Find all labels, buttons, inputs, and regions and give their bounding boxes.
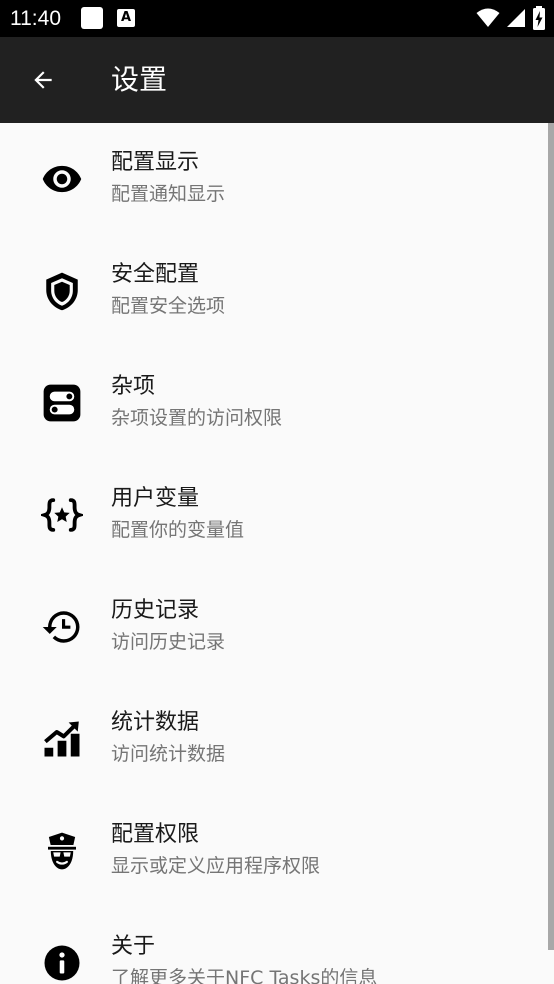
settings-item-subtitle: 了解更多关于NFC Tasks的信息 (111, 967, 378, 984)
cellular-icon (507, 9, 525, 27)
toggles-icon (41, 382, 83, 424)
settings-item-subtitle: 杂项设置的访问权限 (111, 407, 283, 429)
settings-item-title: 安全配置 (111, 262, 200, 287)
settings-item-title: 历史记录 (111, 598, 200, 623)
arrow-back-icon (34, 71, 52, 89)
settings-item-statistics[interactable]: 统计数据 访问统计数据 (0, 683, 554, 795)
settings-item-title: 统计数据 (111, 710, 200, 735)
info-icon (41, 942, 83, 984)
settings-item-permissions[interactable]: 配置权限 显示或定义应用程序权限 (0, 795, 554, 907)
status-system-icons (476, 6, 546, 30)
settings-item-subtitle: 配置通知显示 (111, 183, 226, 205)
settings-item-title: 用户变量 (111, 486, 200, 511)
square-notification-icon (81, 7, 103, 29)
chart-icon (41, 718, 83, 760)
settings-item-title: 关于 (111, 934, 156, 959)
scrollbar[interactable] (548, 123, 554, 950)
status-time: 11:40 (10, 7, 61, 30)
settings-list: 配置显示 配置通知显示 安全配置 配置安全选项 杂项 杂项设置的访问权限 用户变… (0, 123, 554, 984)
wifi-icon (476, 8, 500, 27)
police-icon (41, 830, 83, 872)
settings-item-subtitle: 显示或定义应用程序权限 (111, 855, 321, 877)
status-bar: 11:40 A (0, 0, 554, 37)
app-bar: 设置 (0, 37, 554, 123)
settings-item-display[interactable]: 配置显示 配置通知显示 (0, 123, 554, 235)
eye-icon (41, 158, 83, 200)
settings-item-user-variables[interactable]: 用户变量 配置你的变量值 (0, 459, 554, 571)
battery-charging-icon (533, 6, 545, 30)
settings-item-title: 配置权限 (111, 822, 200, 847)
settings-item-subtitle: 配置你的变量值 (111, 519, 245, 541)
page-title: 设置 (111, 63, 168, 96)
settings-item-subtitle: 访问统计数据 (111, 743, 226, 765)
shield-icon (41, 270, 83, 312)
history-icon (41, 606, 83, 648)
settings-item-title: 杂项 (111, 374, 156, 399)
variable-icon (41, 494, 83, 536)
settings-item-subtitle: 配置安全选项 (111, 295, 226, 317)
back-button[interactable] (18, 55, 68, 105)
settings-item-subtitle: 访问历史记录 (111, 631, 226, 653)
settings-item-misc[interactable]: 杂项 杂项设置的访问权限 (0, 347, 554, 459)
a-box-notification-icon: A (117, 9, 135, 27)
settings-item-title: 配置显示 (111, 150, 200, 175)
settings-item-security[interactable]: 安全配置 配置安全选项 (0, 235, 554, 347)
settings-item-history[interactable]: 历史记录 访问历史记录 (0, 571, 554, 683)
settings-item-about[interactable]: 关于 了解更多关于NFC Tasks的信息 (0, 907, 554, 984)
